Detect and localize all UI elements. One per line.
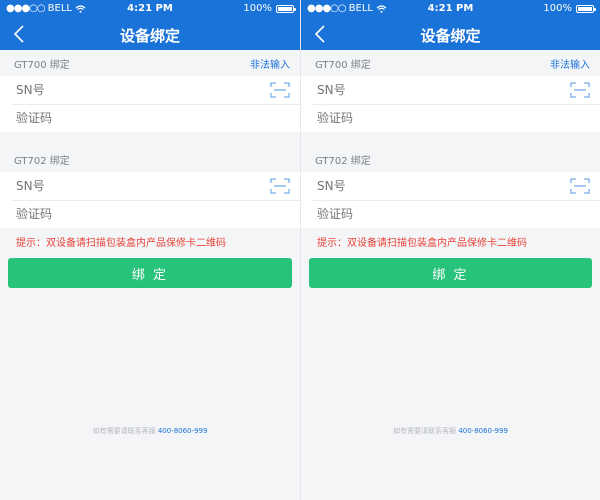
gt702-card bbox=[301, 172, 600, 228]
footer: 如有需要请联系客服 400-8060-999 bbox=[301, 426, 600, 436]
scan-icon[interactable] bbox=[270, 82, 290, 98]
gt702-section-header: GT702 绑定 bbox=[0, 146, 300, 172]
gt700-section-header: GT700 绑定 非法输入 bbox=[0, 50, 300, 76]
gt702-code-row bbox=[0, 200, 300, 228]
status-right: 100% bbox=[543, 3, 596, 14]
tip-text: 提示：双设备请扫描包装盒内产品保修卡二维码 bbox=[317, 237, 527, 249]
gt700-sn-row bbox=[301, 76, 600, 104]
bind-button[interactable]: 绑 定 bbox=[309, 258, 592, 288]
gt702-sn-row bbox=[301, 172, 600, 200]
gt702-section-header: GT702 绑定 bbox=[301, 146, 600, 172]
gt700-code-input[interactable] bbox=[16, 111, 196, 125]
tip-text: 提示：双设备请扫描包装盒内产品保修卡二维码 bbox=[16, 237, 226, 249]
phone-screen-right: ●●●○○ BELL 4:21 PM 100% 设备绑定 GT700 绑定 非法… bbox=[300, 0, 600, 500]
page-title: 设备绑定 bbox=[420, 27, 481, 45]
gt702-label: GT702 绑定 bbox=[14, 155, 70, 167]
battery-icon bbox=[276, 4, 296, 13]
gt700-code-input[interactable] bbox=[317, 111, 497, 125]
gt700-sn-input[interactable] bbox=[317, 83, 497, 97]
gt700-card bbox=[301, 76, 600, 132]
gt702-sn-row bbox=[0, 172, 300, 200]
gt702-code-input[interactable] bbox=[16, 207, 196, 221]
battery-percent: 100% bbox=[543, 3, 572, 14]
status-bar: ●●●○○ BELL 4:21 PM 100% bbox=[301, 0, 600, 18]
gt700-sn-input[interactable] bbox=[16, 83, 196, 97]
battery-fill bbox=[578, 6, 592, 11]
nav-bar: 设备绑定 bbox=[301, 18, 600, 50]
gt702-card bbox=[0, 172, 300, 228]
phone-screen-left: ●●●○○ BELL 4:21 PM 100% 设备绑定 GT700 绑定 非法… bbox=[0, 0, 300, 500]
status-right: 100% bbox=[243, 3, 296, 14]
bind-button[interactable]: 绑 定 bbox=[8, 258, 292, 288]
footer: 如有需要请联系客服 400-8060-999 bbox=[0, 426, 300, 436]
page-title: 设备绑定 bbox=[119, 27, 180, 45]
scan-icon[interactable] bbox=[270, 178, 290, 194]
gt700-sn-row bbox=[0, 76, 300, 104]
gt700-code-row bbox=[301, 104, 600, 132]
scan-icon[interactable] bbox=[570, 82, 590, 98]
gt700-label: GT700 绑定 bbox=[14, 59, 70, 71]
gt702-code-input[interactable] bbox=[317, 207, 497, 221]
top-bar: ●●●○○ BELL 4:21 PM 100% 设备绑定 bbox=[301, 0, 600, 50]
top-bar: ●●●○○ BELL 4:21 PM 100% 设备绑定 bbox=[0, 0, 300, 50]
scan-icon[interactable] bbox=[570, 178, 590, 194]
illegal-input-link[interactable]: 非法输入 bbox=[550, 56, 590, 71]
battery-fill bbox=[278, 6, 292, 11]
gt702-label: GT702 绑定 bbox=[315, 155, 371, 167]
gt702-sn-input[interactable] bbox=[16, 179, 196, 193]
footer-text: 如有需要请联系客服 bbox=[92, 427, 156, 435]
footer-text: 如有需要请联系客服 bbox=[393, 427, 457, 435]
status-bar: ●●●○○ BELL 4:21 PM 100% bbox=[0, 0, 300, 18]
gt700-label: GT700 绑定 bbox=[315, 59, 371, 71]
battery-icon bbox=[576, 4, 596, 13]
gt702-code-row bbox=[301, 200, 600, 228]
footer-phone-link[interactable]: 400-8060-999 bbox=[158, 427, 208, 435]
footer-phone-link[interactable]: 400-8060-999 bbox=[458, 427, 508, 435]
gt702-sn-input[interactable] bbox=[317, 179, 497, 193]
gt700-code-row bbox=[0, 104, 300, 132]
battery-percent: 100% bbox=[243, 3, 272, 14]
gt700-card bbox=[0, 76, 300, 132]
gt700-section-header: GT700 绑定 非法输入 bbox=[301, 50, 600, 76]
illegal-input-link[interactable]: 非法输入 bbox=[250, 56, 290, 71]
nav-bar: 设备绑定 bbox=[0, 18, 300, 50]
